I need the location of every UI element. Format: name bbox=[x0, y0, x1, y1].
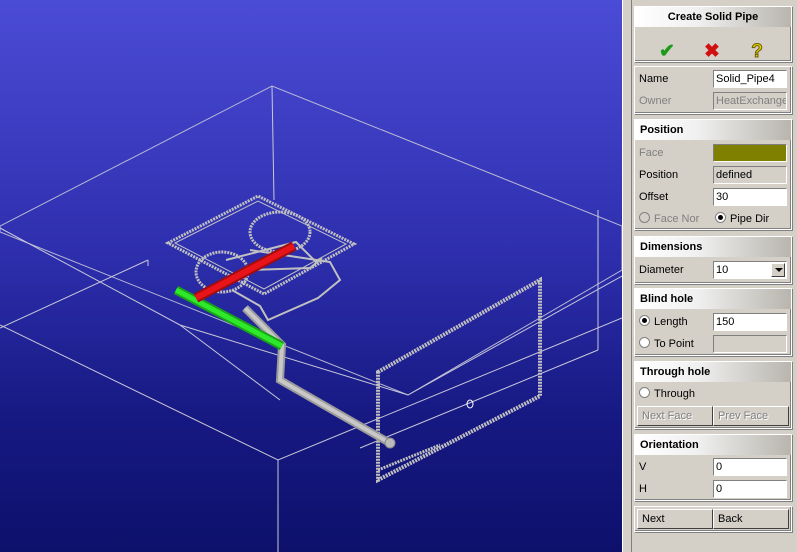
v-field[interactable]: 0 bbox=[713, 458, 787, 476]
diameter-select[interactable]: 10 bbox=[713, 261, 787, 279]
enclosure-box bbox=[0, 85, 622, 552]
owner-field: HeatExchange bbox=[713, 92, 787, 110]
blind-hole-header: Blind hole bbox=[635, 289, 791, 309]
diameter-value: 10 bbox=[716, 264, 729, 276]
offset-field[interactable]: 30 bbox=[713, 188, 787, 206]
pipe-dir-radio[interactable]: Pipe Dir bbox=[715, 210, 769, 228]
through-hole-section: Through hole Through Next Face Prev Face bbox=[634, 361, 792, 429]
name-section: Name Solid_Pipe4 Owner HeatExchange bbox=[634, 66, 792, 114]
chevron-down-icon[interactable] bbox=[771, 263, 785, 277]
radio-icon bbox=[639, 212, 650, 223]
through-hole-header: Through hole bbox=[635, 362, 791, 382]
panel-splitter[interactable] bbox=[622, 0, 632, 552]
through-radio[interactable]: Through bbox=[639, 385, 695, 403]
title-section: Create Solid Pipe ✔ ✖ ? bbox=[634, 6, 792, 63]
dimensions-header: Dimensions bbox=[635, 237, 791, 257]
face-normal-radio[interactable]: Face Nor bbox=[639, 210, 699, 228]
diameter-label: Diameter bbox=[639, 264, 684, 276]
position-label: Position bbox=[639, 169, 679, 181]
blind-hole-section: Blind hole Length 150 To Point bbox=[634, 288, 792, 356]
prev-face-button[interactable]: Prev Face bbox=[713, 406, 789, 426]
length-field[interactable]: 150 bbox=[713, 313, 787, 331]
to-point-field bbox=[713, 335, 787, 353]
radio-icon bbox=[639, 387, 650, 398]
radio-selected-icon bbox=[715, 212, 726, 223]
next-face-button[interactable]: Next Face bbox=[637, 406, 713, 426]
next-button[interactable]: Next bbox=[637, 509, 713, 529]
offset-label: Offset bbox=[639, 191, 669, 203]
question-icon[interactable]: ? bbox=[745, 41, 769, 63]
position-header: Position bbox=[635, 120, 791, 140]
orientation-section: Orientation V 0 H 0 bbox=[634, 434, 792, 501]
radio-icon bbox=[639, 337, 650, 348]
panel-title: Create Solid Pipe bbox=[635, 7, 791, 27]
back-button[interactable]: Back bbox=[713, 509, 789, 529]
length-label: Length bbox=[654, 316, 688, 328]
face-color-field[interactable] bbox=[713, 144, 787, 162]
to-point-radio[interactable]: To Point bbox=[639, 335, 694, 353]
v-label: V bbox=[639, 461, 647, 473]
h-field[interactable]: 0 bbox=[713, 480, 787, 498]
radio-selected-icon bbox=[639, 315, 650, 326]
check-icon[interactable]: ✔ bbox=[655, 41, 679, 63]
owner-label: Owner bbox=[639, 95, 672, 107]
position-section: Position Face Position defined Offset 30… bbox=[634, 119, 792, 230]
pipe-dir-label: Pipe Dir bbox=[730, 213, 770, 225]
h-label: H bbox=[639, 483, 647, 495]
dimensions-section: Dimensions Diameter 10 bbox=[634, 236, 792, 284]
through-label: Through bbox=[654, 388, 695, 400]
name-label: Name bbox=[639, 73, 669, 85]
nav-section: Next Back bbox=[634, 506, 792, 532]
position-field: defined bbox=[713, 166, 787, 184]
face-label: Face bbox=[639, 147, 664, 159]
x-icon[interactable]: ✖ bbox=[700, 41, 724, 63]
3d-viewport[interactable] bbox=[0, 0, 622, 552]
face-normal-label: Face Nor bbox=[654, 213, 700, 225]
orientation-header: Orientation bbox=[635, 435, 791, 455]
length-radio[interactable]: Length bbox=[639, 313, 688, 331]
model-wireframe bbox=[0, 85, 622, 552]
to-point-label: To Point bbox=[654, 338, 694, 350]
name-field[interactable]: Solid_Pipe4 bbox=[713, 70, 787, 88]
create-solid-pipe-panel: Create Solid Pipe ✔ ✖ ? Name Solid_Pipe4… bbox=[632, 0, 797, 552]
